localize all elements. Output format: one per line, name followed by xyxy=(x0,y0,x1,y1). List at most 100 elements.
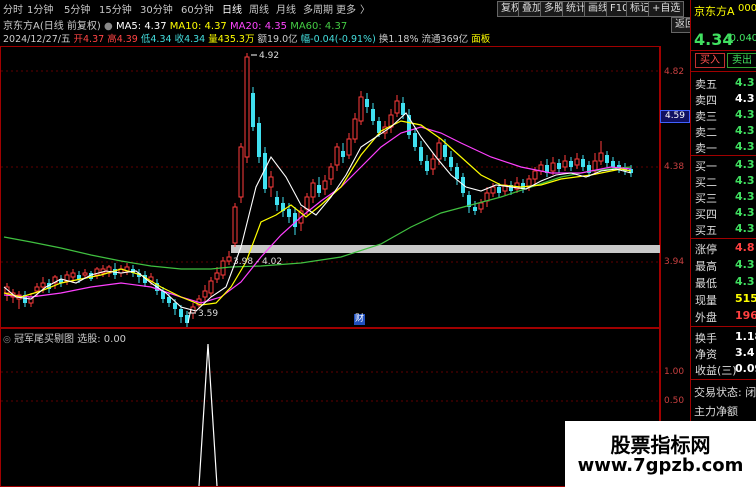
candle-body xyxy=(317,185,321,193)
main-flow-label[interactable]: 主力净额 xyxy=(694,403,738,419)
candle-body xyxy=(293,213,297,227)
period-tab-1min[interactable]: 1分钟 xyxy=(27,1,53,16)
ask-label: 卖二 xyxy=(695,126,717,139)
bid-label: 买一 xyxy=(695,160,717,173)
stat-row[interactable]: 最高 4.3 xyxy=(695,258,756,274)
bid-row[interactable]: 买五 4.3 xyxy=(695,222,756,238)
stat-row[interactable]: 外盘 196.67 xyxy=(695,309,756,325)
stat2-label: 换手 xyxy=(695,332,717,345)
stat2-row[interactable]: 净资 3.4 xyxy=(695,346,756,362)
date-label: 2024/12/27/五 xyxy=(3,34,71,45)
period-tab-daily[interactable]: 日线 xyxy=(222,1,242,16)
candle-body xyxy=(40,282,46,288)
candle-body xyxy=(605,155,609,163)
candle-body xyxy=(419,147,423,161)
low-price-annotation: 3.59 xyxy=(198,309,218,319)
stat2-row[interactable]: 换手 1.18 xyxy=(695,330,756,346)
candle-body xyxy=(371,109,375,121)
float-cap-label: 流通369亿 xyxy=(421,34,469,45)
candle-body xyxy=(310,182,316,198)
panel-button[interactable]: 面板 xyxy=(471,34,490,45)
candle-body xyxy=(202,290,208,298)
period-tab-30min[interactable]: 30分钟 xyxy=(140,1,173,16)
period-tab-15min[interactable]: 15分钟 xyxy=(99,1,132,16)
open-label: 开4.37 xyxy=(73,34,105,45)
bid-value: 4.3 xyxy=(735,206,755,219)
period-tab-monthly[interactable]: 月线 xyxy=(276,1,296,16)
more-arrow-icon[interactable]: 〉 xyxy=(360,1,370,16)
ask-value: 4.3 xyxy=(735,124,755,137)
period-tab-5min[interactable]: 5分钟 xyxy=(64,1,90,16)
stat2-row[interactable]: 收益(三)0.09 xyxy=(695,362,756,378)
ask-label: 卖三 xyxy=(695,110,717,123)
bid-value: 4.3 xyxy=(735,222,755,235)
candle-body xyxy=(443,145,447,157)
ask-row[interactable]: 卖一 4.3 xyxy=(695,140,756,156)
high-price-annotation: 4.92 xyxy=(259,51,279,61)
candle-body xyxy=(598,152,604,162)
bid-row[interactable]: 买一 4.3 xyxy=(695,158,756,174)
financial-report-marker[interactable]: 财 xyxy=(354,314,366,325)
y-tick-394: 3.94 xyxy=(664,257,685,267)
range-annotation: 3.98 - 4.02 xyxy=(233,257,282,267)
candle-body xyxy=(77,275,81,279)
candle-body xyxy=(167,297,171,303)
current-price-tag: 4.59 xyxy=(660,110,690,123)
bid-label: 买三 xyxy=(695,192,717,205)
candle-body xyxy=(232,206,238,244)
candle-body xyxy=(436,142,442,160)
bid-row[interactable]: 买三 4.3 xyxy=(695,190,756,206)
ma-info-line: 京东方A(日线 前复权) ● MA5: 4.37 MA10: 4.37 MA20… xyxy=(3,17,347,32)
period-toolbar: 分时 1分钟 5分钟 15分钟 30分钟 60分钟 日线 周线 月线 多周期 更… xyxy=(0,0,699,33)
ask-row[interactable]: 卖五 4.3 xyxy=(695,76,756,92)
stat2-label: 收益(三) xyxy=(695,364,737,377)
ask-value: 4.3 xyxy=(735,140,755,153)
candle-body xyxy=(497,187,501,193)
candle-body xyxy=(322,180,328,190)
stat-row[interactable]: 涨停 4.8 xyxy=(695,241,756,257)
candle-body xyxy=(257,123,261,157)
ask-label: 卖五 xyxy=(695,78,717,91)
candle-body xyxy=(550,162,556,172)
candle-body xyxy=(214,272,220,280)
period-tab-fenshi[interactable]: 分时 xyxy=(3,1,23,16)
candle-body xyxy=(341,151,345,157)
add-watchlist-button[interactable]: +自选 xyxy=(648,1,685,17)
stat-value: 5157 xyxy=(735,292,756,305)
candle-body xyxy=(304,196,310,210)
price-change-pct: -0 xyxy=(748,33,756,44)
stat-value: 196.67 xyxy=(735,309,756,322)
indicator-chart xyxy=(1,343,660,486)
kline-chart: 4.92 3.59 3.98 - 4.02 xyxy=(1,51,660,327)
bid-label: 买五 xyxy=(695,224,717,237)
signal-spike xyxy=(198,343,218,486)
period-tab-multi[interactable]: 多周期 xyxy=(303,1,333,16)
range-band xyxy=(231,245,660,253)
stat-label: 最低 xyxy=(695,277,717,290)
ask-row[interactable]: 卖四 4.3 xyxy=(695,92,756,108)
candle-body xyxy=(574,158,580,166)
period-tab-60min[interactable]: 60分钟 xyxy=(181,1,214,16)
candle-body xyxy=(287,209,291,217)
stock-code: 0007 xyxy=(738,3,756,14)
bid-row[interactable]: 买四 4.3 xyxy=(695,206,756,222)
ask-value: 4.3 xyxy=(735,76,755,89)
ask-row[interactable]: 卖二 4.3 xyxy=(695,124,756,140)
ask-row[interactable]: 卖三 4.3 xyxy=(695,108,756,124)
candle-body xyxy=(532,170,538,180)
ma60-line xyxy=(3,166,632,270)
bid-row[interactable]: 买二 4.3 xyxy=(695,174,756,190)
period-tab-more[interactable]: 更多 xyxy=(336,1,356,16)
buy-button[interactable]: 买入 xyxy=(695,53,725,68)
candle-body xyxy=(358,96,364,122)
stat-label: 现量 xyxy=(695,294,717,307)
bid-value: 4.3 xyxy=(735,174,755,187)
stat-row[interactable]: 最低 4.3 xyxy=(695,275,756,291)
period-tab-weekly[interactable]: 周线 xyxy=(249,1,269,16)
stat-row[interactable]: 现量 5157 xyxy=(695,292,756,308)
y-tick-482: 4.82 xyxy=(664,67,685,77)
sell-button[interactable]: 卖出 xyxy=(727,53,756,68)
bid-value: 4.3 xyxy=(735,190,755,203)
candle-body xyxy=(365,99,369,107)
candle-body xyxy=(611,161,615,167)
